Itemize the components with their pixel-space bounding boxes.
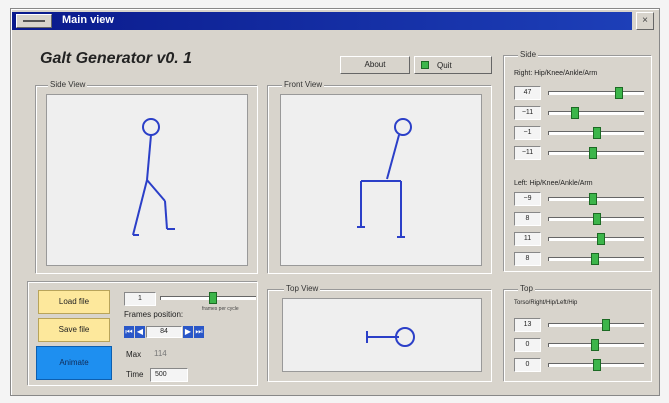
right-slider-thumb-3[interactable]: [589, 147, 597, 159]
side-view-canvas[interactable]: [46, 94, 248, 266]
top-view-stick-figure: [366, 327, 415, 347]
left-value-0[interactable]: −9: [514, 192, 541, 206]
front-view-label: Front View: [282, 80, 325, 89]
right-slider-thumb-2[interactable]: [593, 127, 601, 139]
left-value-3[interactable]: 8: [514, 252, 541, 266]
side-view-stick-figure: [132, 118, 175, 236]
quit-led-icon: [421, 61, 429, 69]
right-slider-thumb-0[interactable]: [615, 87, 623, 99]
top-view-label: Top View: [284, 284, 321, 293]
top-view-canvas[interactable]: [282, 298, 482, 372]
top-slider-thumb-1[interactable]: [591, 339, 599, 351]
front-view-canvas[interactable]: [280, 94, 482, 266]
save-file-button[interactable]: Save file: [38, 318, 110, 342]
side-view-label: Side View: [48, 80, 88, 89]
left-slider-track-1[interactable]: [548, 213, 644, 225]
left-slider-track-0[interactable]: [548, 193, 644, 205]
left-value-2[interactable]: 11: [514, 232, 541, 246]
max-value: 114: [154, 349, 167, 358]
max-label: Max: [126, 350, 142, 359]
quit-label: Quit: [437, 61, 452, 70]
side-group-label: Side: [518, 50, 539, 59]
time-label: Time: [126, 370, 144, 379]
last-frame-icon[interactable]: ⏭: [194, 326, 204, 338]
top-joints-label: Torso/Right/Hip/Left/Hip: [514, 300, 578, 306]
top-slider-thumb-0[interactable]: [602, 319, 610, 331]
top-value-1[interactable]: 0: [514, 338, 541, 352]
left-slider-thumb-2[interactable]: [597, 233, 605, 245]
frames-hint: frames per cycle: [202, 306, 239, 312]
top-value-2[interactable]: 0: [514, 358, 541, 372]
front-view-stick-figure: [357, 118, 412, 238]
time-field[interactable]: 500: [150, 368, 188, 382]
system-menu-button[interactable]: [16, 14, 52, 28]
frame-nav: ⏮ ◀ 84 ▶ ⏭: [124, 326, 204, 338]
right-value-1[interactable]: −11: [514, 106, 541, 120]
left-slider-thumb-1[interactable]: [593, 213, 601, 225]
about-button[interactable]: About: [340, 56, 410, 74]
top-slider-track-1[interactable]: [548, 339, 644, 351]
top-slider-thumb-2[interactable]: [593, 359, 601, 371]
top-value-0[interactable]: 13: [514, 318, 541, 332]
right-slider-track-1[interactable]: [548, 107, 644, 119]
load-file-button[interactable]: Load file: [38, 290, 110, 314]
right-slider-track-2[interactable]: [548, 127, 644, 139]
right-value-0[interactable]: 47: [514, 86, 541, 100]
left-slider-thumb-3[interactable]: [591, 253, 599, 265]
right-slider-track-3[interactable]: [548, 147, 644, 159]
right-joints-label: Right: Hip/Knee/Ankle/Arm: [514, 70, 598, 77]
frames-position-label: Frames position:: [124, 310, 184, 319]
frames-slider-track[interactable]: [160, 292, 256, 304]
right-value-2[interactable]: −1: [514, 126, 541, 140]
frames-slider-thumb[interactable]: [209, 292, 217, 304]
window-title: Main view: [62, 14, 114, 26]
top-group-label: Top: [518, 284, 535, 293]
frames-value[interactable]: 1: [124, 292, 156, 306]
app-name: Galt Generator v0. 1: [40, 50, 193, 67]
frame-position-value[interactable]: 84: [146, 326, 182, 338]
left-slider-track-2[interactable]: [548, 233, 644, 245]
left-joints-label: Left: Hip/Knee/Ankle/Arm: [514, 180, 593, 187]
prev-frame-icon[interactable]: ◀: [135, 326, 145, 338]
right-slider-thumb-1[interactable]: [571, 107, 579, 119]
left-slider-track-3[interactable]: [548, 253, 644, 265]
top-slider-track-0[interactable]: [548, 319, 644, 331]
right-value-3[interactable]: −11: [514, 146, 541, 160]
first-frame-icon[interactable]: ⏮: [124, 326, 134, 338]
close-icon[interactable]: ×: [636, 12, 654, 30]
right-slider-track-0[interactable]: [548, 87, 644, 99]
animate-button[interactable]: Animate: [36, 346, 112, 380]
left-value-1[interactable]: 8: [514, 212, 541, 226]
quit-button[interactable]: Quit: [414, 56, 492, 74]
next-frame-icon[interactable]: ▶: [183, 326, 193, 338]
top-slider-track-2[interactable]: [548, 359, 644, 371]
left-slider-thumb-0[interactable]: [589, 193, 597, 205]
